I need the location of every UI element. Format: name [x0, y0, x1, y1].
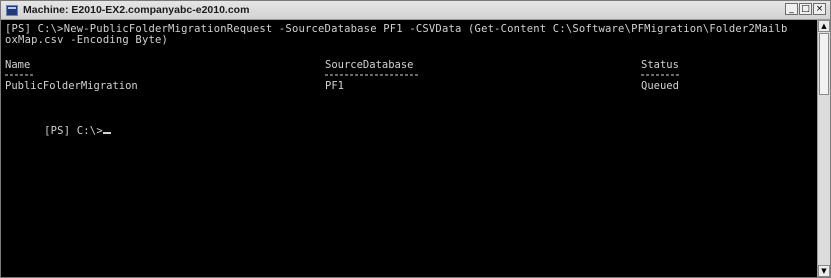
console-app-icon[interactable] [6, 4, 18, 16]
row-status: Queued [641, 80, 679, 92]
header-underline-status [641, 74, 681, 76]
scroll-down-arrow-icon[interactable]: ▼ [818, 265, 830, 277]
window-controls: _ □ × [785, 3, 826, 15]
minimize-button[interactable]: _ [785, 3, 798, 15]
console-output[interactable]: [PS] C:\>New-PublicFolderMigrationReques… [1, 20, 818, 277]
command-line-2: oxMap.csv -Encoding Byte) [5, 34, 169, 46]
prompt-line[interactable]: [PS] C:\> [5, 115, 111, 148]
header-source-database: SourceDatabase [325, 59, 414, 71]
row-name: PublicFolderMigration [5, 80, 138, 92]
vertical-scrollbar[interactable]: ▲ ▼ [817, 20, 830, 277]
restore-button[interactable]: □ [799, 3, 812, 15]
header-status: Status [641, 59, 679, 71]
row-source-database: PF1 [325, 80, 344, 92]
console-window: Machine: E2010-EX2.companyabc-e2010.com … [0, 0, 831, 278]
header-name: Name [5, 59, 31, 71]
text-cursor [102, 132, 111, 134]
header-underline-name [5, 74, 33, 76]
header-underline-source-database [325, 74, 419, 76]
title-bar[interactable]: Machine: E2010-EX2.companyabc-e2010.com … [1, 1, 830, 20]
close-button[interactable]: × [813, 3, 826, 15]
prompt-text: [PS] C:\> [44, 125, 103, 137]
scroll-up-arrow-icon[interactable]: ▲ [818, 20, 830, 32]
scroll-thumb[interactable] [819, 33, 829, 95]
window-title: Machine: E2010-EX2.companyabc-e2010.com [23, 4, 250, 16]
